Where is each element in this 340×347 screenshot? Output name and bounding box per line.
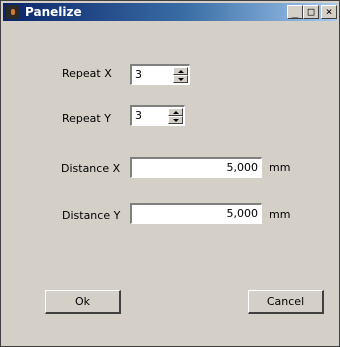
distance-x-value: 5,000 [226, 161, 259, 174]
repeat-y-value: 3 [135, 109, 142, 122]
arrow-up-icon [178, 70, 184, 73]
distance-y-input[interactable]: 5,000 [130, 203, 262, 224]
repeat-x-decrement-button[interactable] [173, 75, 188, 83]
distance-y-value: 5,000 [226, 207, 259, 220]
panelize-dialog: Panelize _ □ × Repeat X 3 Repeat Y 3 Dis… [0, 0, 340, 347]
distance-y-unit: mm [269, 208, 291, 221]
title-bar[interactable]: Panelize _ □ × [3, 3, 337, 21]
maximize-button[interactable]: □ [303, 5, 319, 19]
repeat-y-spinner[interactable]: 3 [130, 105, 185, 126]
repeat-x-spinner[interactable]: 3 [130, 64, 190, 85]
cancel-button[interactable]: Cancel [248, 290, 324, 314]
arrow-down-icon [178, 78, 184, 81]
window-title: Panelize [25, 5, 82, 19]
repeat-x-value: 3 [135, 68, 142, 81]
repeat-y-increment-button[interactable] [168, 108, 183, 116]
repeat-y-spin-buttons [168, 108, 183, 124]
arrow-up-icon [173, 111, 179, 114]
app-icon[interactable] [6, 5, 20, 19]
distance-x-label: Distance X [61, 162, 121, 175]
close-button[interactable]: × [321, 5, 337, 19]
minimize-button[interactable]: _ [287, 5, 303, 19]
repeat-x-label: Repeat X [62, 67, 112, 80]
repeat-y-label: Repeat Y [62, 112, 111, 125]
ok-button[interactable]: Ok [45, 290, 121, 314]
distance-x-input[interactable]: 5,000 [130, 157, 262, 178]
repeat-x-spin-buttons [173, 67, 188, 83]
repeat-y-decrement-button[interactable] [168, 116, 183, 124]
repeat-x-increment-button[interactable] [173, 67, 188, 75]
distance-x-unit: mm [269, 161, 291, 174]
arrow-down-icon [173, 119, 179, 122]
distance-y-label: Distance Y [62, 209, 121, 222]
